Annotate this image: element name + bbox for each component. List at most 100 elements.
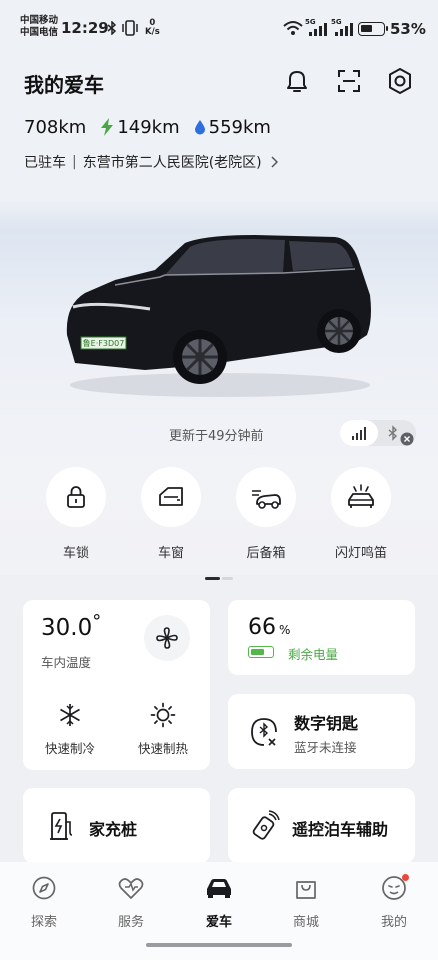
network-speed-unit: K/s <box>145 27 160 37</box>
page-indicator <box>205 577 233 580</box>
signal-icon-1 <box>309 23 327 36</box>
battery-label: 剩余电量 <box>288 647 339 662</box>
fan-button[interactable] <box>144 615 190 661</box>
battery-gauge <box>248 646 274 658</box>
remote-parking-card[interactable]: 遥控泊车辅助 <box>228 788 415 863</box>
window-button[interactable] <box>141 467 201 527</box>
tab-service-label: 服务 <box>117 915 144 930</box>
digital-key-icon <box>251 718 277 746</box>
cabin-temperature-value: 30.0 <box>41 615 93 641</box>
flash-horn-label: 闪灯鸣笛 <box>334 546 387 561</box>
trunk-label: 后备箱 <box>246 546 286 561</box>
notification-dot <box>402 874 409 881</box>
total-range: 708km <box>24 116 87 138</box>
status-bar: 中国移动 中国电信 12:29 0 K/s 5G 5G 53% <box>0 0 438 48</box>
lock-label: 车锁 <box>62 546 89 561</box>
cabin-temperature-label: 车内温度 <box>41 655 92 670</box>
quick-action-lock[interactable]: 车锁 <box>46 467 106 561</box>
bluetooth-status-icon <box>107 21 117 35</box>
quick-cool-label: 快速制冷 <box>44 741 95 756</box>
car-image: 鲁E·F3D07 <box>66 235 372 397</box>
digital-key-status: 蓝牙未连接 <box>294 740 357 755</box>
quick-action-flash-horn[interactable]: 闪灯鸣笛 <box>331 467 391 561</box>
carrier-2: 中国电信 <box>20 27 59 38</box>
electric-range: 149km <box>117 116 180 138</box>
tab-explore[interactable]: 探索 <box>14 874 74 930</box>
quick-cool-button[interactable]: 快速制冷 <box>30 702 110 757</box>
signal-mode-icon[interactable] <box>351 426 367 440</box>
climate-card[interactable]: 30.0° 车内温度 快速制冷 快速制热 <box>23 600 210 770</box>
battery-card[interactable]: 66% 剩余电量 <box>228 600 415 675</box>
window-label: 车窗 <box>157 546 184 561</box>
fuel-drop-icon <box>194 120 205 135</box>
remote-parking-label: 遥控泊车辅助 <box>292 820 389 839</box>
vibrate-icon <box>122 20 138 36</box>
explore-icon <box>32 876 56 900</box>
bell-icon[interactable] <box>280 64 314 98</box>
parking-status: 已驻车 <box>24 155 66 171</box>
quick-action-trunk[interactable]: 后备箱 <box>236 467 296 561</box>
connectivity-toggle[interactable] <box>340 420 416 446</box>
fan-icon <box>156 627 178 649</box>
tab-profile-label: 我的 <box>380 915 407 930</box>
lightning-icon <box>101 118 114 136</box>
digital-key-title: 数字钥匙 <box>294 714 359 733</box>
battery-gauge-fill <box>250 648 264 655</box>
tab-car-label: 爱车 <box>205 915 232 930</box>
wifi-icon <box>283 21 303 35</box>
degree-symbol: ° <box>92 611 102 632</box>
flash-horn-button[interactable] <box>331 467 391 527</box>
close-badge-icon[interactable] <box>400 432 414 446</box>
page-title: 我的爱车 <box>24 73 104 97</box>
tab-shop-label: 商城 <box>292 915 319 930</box>
cabin-temperature: 30.0° <box>41 611 101 641</box>
scan-icon[interactable] <box>332 64 366 98</box>
quick-heat-label: 快速制热 <box>137 741 188 756</box>
trunk-button[interactable] <box>236 467 296 527</box>
sun-icon <box>150 702 176 728</box>
home-charger-card[interactable]: 家充桩 <box>23 788 210 863</box>
battery-level: 66% <box>248 615 290 640</box>
battery-level-unit: % <box>279 623 291 637</box>
battery-status-fill <box>361 25 372 32</box>
lock-icon <box>67 486 85 508</box>
range-row: 708km 149km 559km <box>24 115 285 139</box>
page-indicator-active <box>205 577 220 580</box>
settings-icon[interactable] <box>383 64 417 98</box>
signal-icon-2 <box>335 23 353 36</box>
carrier-1: 中国移动 <box>20 15 59 26</box>
lock-button[interactable] <box>46 467 106 527</box>
battery-level-value: 66 <box>248 615 276 640</box>
page-indicator-inactive <box>222 577 233 580</box>
battery-percent: 53% <box>390 20 426 38</box>
snowflake-icon <box>60 704 80 726</box>
tab-car[interactable]: 爱车 <box>189 874 249 930</box>
parking-location[interactable]: 已驻车 | 东营市第二人民医院(老院区) <box>24 152 278 172</box>
battery-status-tip <box>386 26 388 31</box>
fuel-range: 559km <box>208 116 271 138</box>
service-icon <box>118 878 144 899</box>
home-charger-label: 家充桩 <box>89 820 138 839</box>
shop-icon <box>296 881 316 899</box>
carrier-info: 中国移动 中国电信 <box>20 15 58 39</box>
quick-heat-button[interactable]: 快速制热 <box>123 702 203 757</box>
remote-control-icon <box>252 810 280 840</box>
home-indicator[interactable] <box>146 943 292 947</box>
tab-shop[interactable]: 商城 <box>276 874 336 930</box>
tab-explore-label: 探索 <box>30 915 57 930</box>
network-speed: 0 K/s <box>145 19 160 37</box>
chevron-right-icon <box>271 156 278 168</box>
bluetooth-mode-icon[interactable] <box>387 425 399 441</box>
digital-key-card[interactable]: 数字钥匙 蓝牙未连接 <box>228 694 415 769</box>
tab-profile[interactable]: 我的 <box>364 874 424 930</box>
window-icon <box>159 487 183 506</box>
update-time: 更新于49分钟前 <box>169 429 264 444</box>
flash-horn-icon <box>348 484 374 508</box>
car-icon <box>207 879 231 898</box>
trunk-icon <box>252 490 281 509</box>
battery-status-icon <box>358 22 388 36</box>
quick-action-window[interactable]: 车窗 <box>141 467 201 561</box>
parking-separator: | <box>72 154 77 170</box>
license-plate: 鲁E·F3D07 <box>83 338 125 348</box>
tab-service[interactable]: 服务 <box>101 874 161 930</box>
